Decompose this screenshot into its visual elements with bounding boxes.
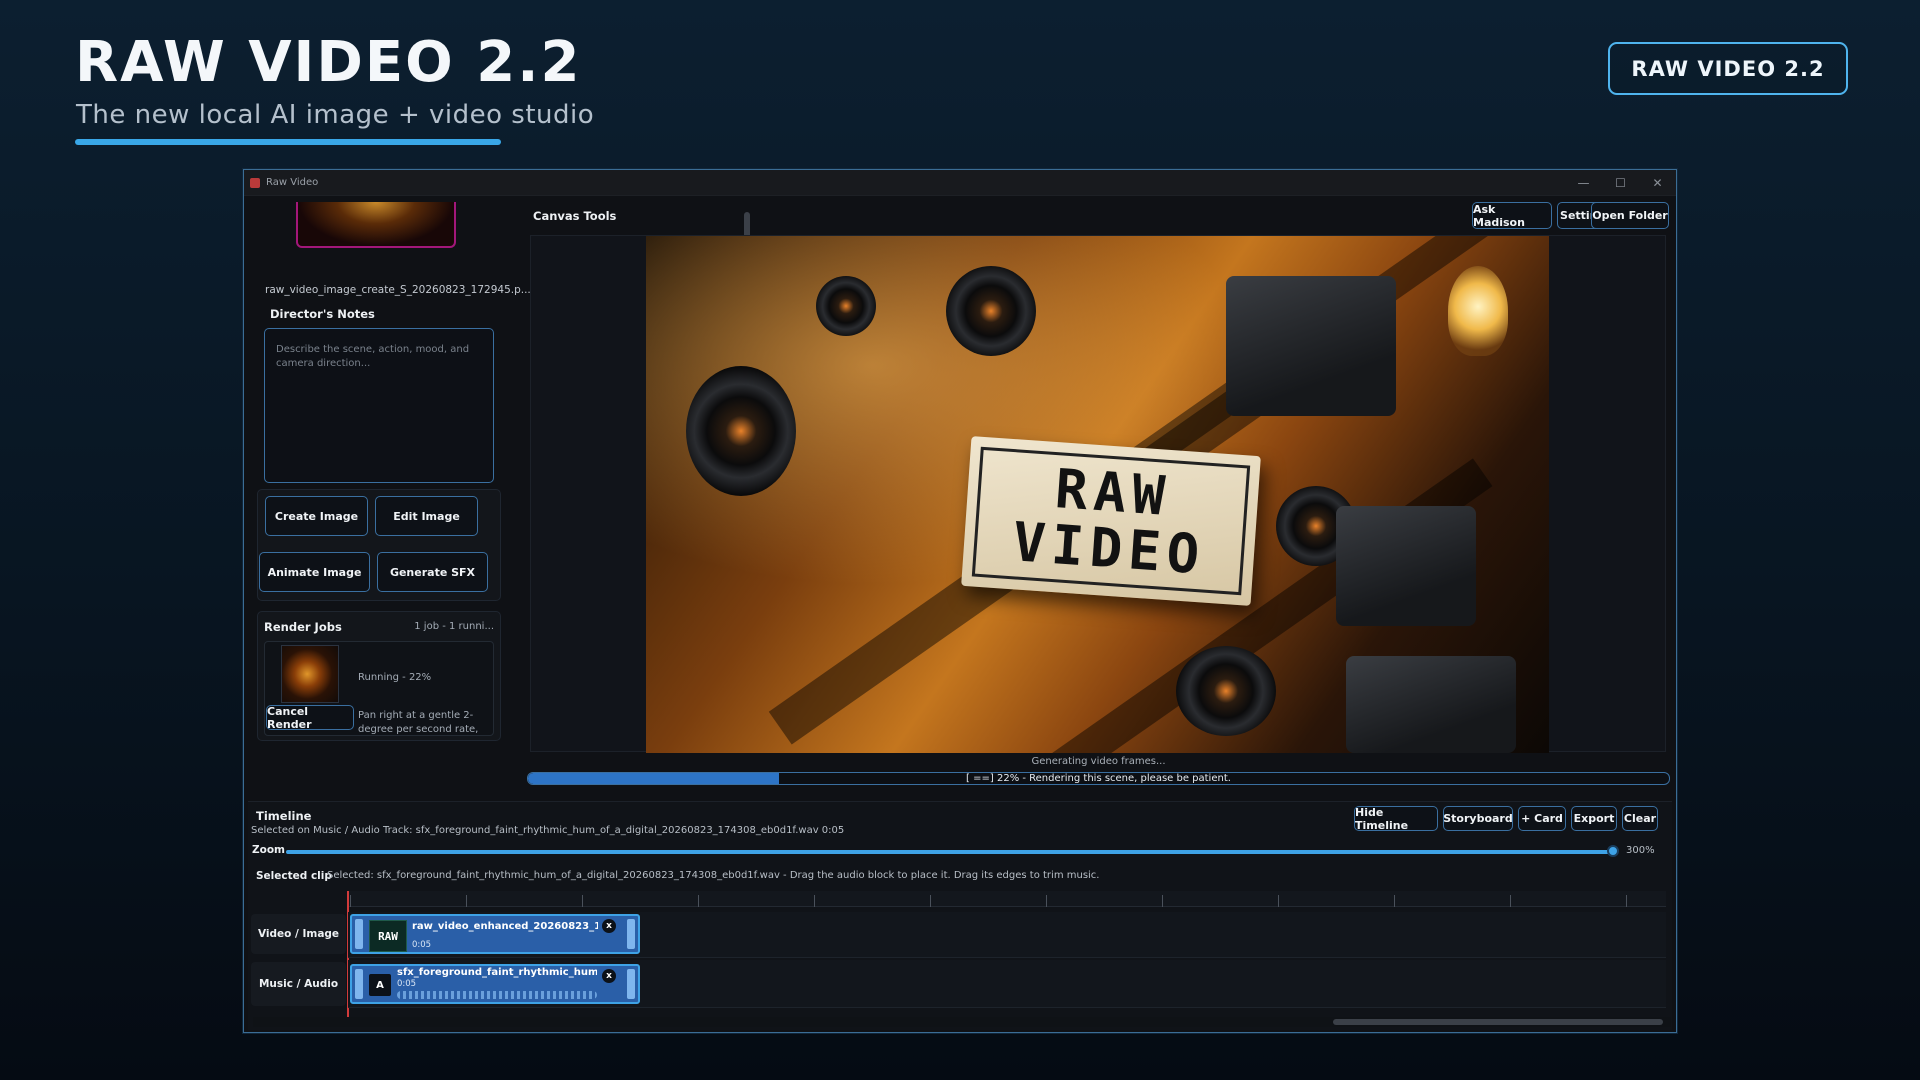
app-icon: [250, 177, 260, 188]
storyboard-button[interactable]: Storyboard: [1443, 806, 1513, 831]
window-title: Raw Video: [266, 177, 319, 188]
add-card-button[interactable]: + Card: [1518, 806, 1566, 831]
lightbulb-icon: [1448, 266, 1508, 356]
canvas-area: Canvas Tools Ask Madison Settings Open F…: [527, 200, 1670, 797]
render-job-description: Pan right at a gentle 2-degree per secon…: [358, 710, 479, 735]
track-label-audio: Music / Audio: [251, 962, 346, 1006]
ruler-tick: [466, 895, 467, 907]
audio-clip-name: sfx_foreground_faint_rhythmic_hum_of_a_d…: [397, 967, 597, 978]
clip-trim-handle-right[interactable]: [627, 919, 635, 949]
minimize-icon[interactable]: —: [1565, 170, 1602, 196]
video-clip-name: raw_video_enhanced_20260823_174227: [412, 921, 598, 932]
render-progress-text: [ ==] 22% - Rendering this scene, please…: [966, 773, 1231, 784]
ruler-tick: [930, 895, 931, 907]
clip-trim-handle-right[interactable]: [627, 969, 635, 999]
clear-button[interactable]: Clear: [1622, 806, 1658, 831]
remove-clip-icon[interactable]: x: [602, 919, 616, 933]
remove-clip-icon[interactable]: x: [602, 969, 616, 983]
audio-clip[interactable]: A sfx_foreground_faint_rhythmic_hum_of_a…: [350, 964, 640, 1004]
audio-clip-icon: A: [369, 974, 391, 996]
canvas-frame: RAW VIDEO: [530, 235, 1666, 753]
clip-trim-handle-left[interactable]: [355, 919, 363, 949]
zoom-value: 300%: [1626, 845, 1655, 856]
window-controls: — ☐ ✕: [1565, 170, 1676, 196]
ruler-tick: [350, 895, 351, 907]
ask-madison-button[interactable]: Ask Madison: [1472, 202, 1552, 229]
generate-sfx-button[interactable]: Generate SFX: [377, 552, 488, 592]
ruler-tick: [1162, 895, 1163, 907]
audio-waveform: [397, 991, 597, 999]
selected-clip-label: Selected clip: [256, 870, 332, 882]
lens-icon: [946, 266, 1036, 356]
video-clip-thumbnail: RAW: [369, 920, 407, 952]
clip-trim-handle-left[interactable]: [355, 969, 363, 999]
track-label-video: Video / Image: [251, 914, 346, 954]
close-icon[interactable]: ✕: [1639, 170, 1676, 196]
title-bar: Raw Video: [244, 170, 1676, 196]
hero-title: RAW VIDEO 2.2: [75, 30, 582, 95]
zoom-slider-handle[interactable]: [1607, 845, 1619, 857]
lens-icon: [816, 276, 876, 336]
zoom-label: Zoom: [252, 844, 285, 856]
canvas-preview-image[interactable]: RAW VIDEO: [646, 236, 1549, 753]
timeline-title: Timeline: [256, 809, 312, 823]
camera-icon: [1226, 276, 1396, 416]
ruler-tick: [1626, 895, 1627, 907]
zoom-slider[interactable]: [286, 850, 1612, 854]
ruler-tick: [1510, 895, 1511, 907]
render-jobs-title: Render Jobs: [264, 620, 342, 634]
image-actions-group: Create Image Edit Image Animate Image Ge…: [257, 489, 501, 601]
render-progress-bar: [ ==] 22% - Rendering this scene, please…: [527, 772, 1670, 785]
create-image-button[interactable]: Create Image: [265, 496, 368, 536]
canvas-tools-title: Canvas Tools: [533, 209, 617, 223]
ruler-tick: [814, 895, 815, 907]
ruler-tick: [1046, 895, 1047, 907]
ruler-tick: [1278, 895, 1279, 907]
ruler-tick: [582, 895, 583, 907]
lens-icon: [686, 366, 796, 496]
ruler-tick: [698, 895, 699, 907]
thumbnail-caption: raw_video_image_create_S_20260823_172945…: [265, 284, 531, 296]
track-lane-video[interactable]: RAW raw_video_enhanced_20260823_174227 0…: [348, 912, 1666, 958]
hero-subtitle: The new local AI image + video studio: [76, 100, 595, 130]
video-clip[interactable]: RAW raw_video_enhanced_20260823_174227 0…: [350, 914, 640, 954]
generating-status: Generating video frames...: [1031, 756, 1166, 767]
audio-clip-duration: 0:05: [397, 979, 417, 989]
timeline-scroll-thumb[interactable]: [1333, 1019, 1663, 1025]
open-folder-button[interactable]: Open Folder: [1591, 202, 1669, 229]
selected-clip-text: Selected: sfx_foreground_faint_rhythmic_…: [327, 870, 1100, 881]
render-job-card: Running - 22% Pan right at a gentle 2-de…: [264, 641, 494, 736]
timeline-horizontal-scrollbar[interactable]: [253, 1017, 1671, 1027]
directors-notes-input[interactable]: Describe the scene, action, mood, and ca…: [264, 328, 494, 483]
cancel-render-button[interactable]: Cancel Render: [266, 705, 354, 731]
directors-notes-title: Director's Notes: [270, 307, 375, 321]
ruler-tick: [1394, 895, 1395, 907]
animate-image-button[interactable]: Animate Image: [259, 552, 370, 592]
raw-video-sign: RAW VIDEO: [961, 436, 1261, 606]
render-jobs-panel: Render Jobs 1 job - 1 runni... Running -…: [257, 611, 501, 741]
lens-icon: [1176, 646, 1276, 736]
track-lane-audio[interactable]: A sfx_foreground_faint_rhythmic_hum_of_a…: [348, 960, 1666, 1008]
app-window: Raw Video — ☐ ✕ raw_video_image_create_S…: [243, 169, 1677, 1033]
video-clip-duration: 0:05: [412, 940, 432, 950]
edit-image-button[interactable]: Edit Image: [375, 496, 478, 536]
camera-icon: [1336, 506, 1476, 626]
maximize-icon[interactable]: ☐: [1602, 170, 1639, 196]
hide-timeline-button[interactable]: Hide Timeline: [1354, 806, 1438, 832]
timeline-selection-info: Selected on Music / Audio Track: sfx_for…: [251, 825, 845, 836]
hero-badge: RAW VIDEO 2.2: [1608, 42, 1848, 95]
camera-icon: [1346, 656, 1516, 753]
render-jobs-summary: 1 job - 1 runni...: [414, 621, 494, 632]
timeline-ruler[interactable]: [348, 891, 1666, 907]
render-job-thumbnail: [281, 645, 339, 703]
selected-image-thumbnail[interactable]: [296, 202, 456, 248]
export-button[interactable]: Export: [1571, 806, 1617, 831]
timeline-panel: Timeline Selected on Music / Audio Track…: [248, 801, 1672, 1030]
render-job-status: Running - 22%: [358, 672, 432, 683]
hero-underline: [75, 139, 501, 145]
